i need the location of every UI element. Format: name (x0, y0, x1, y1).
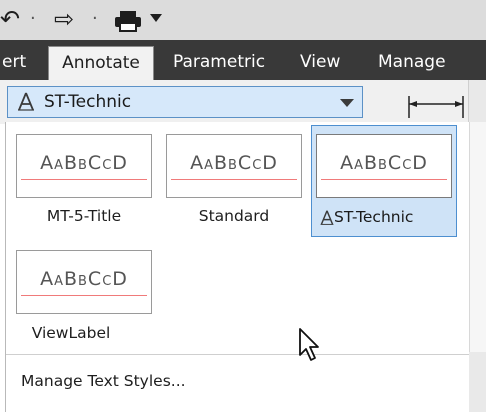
manage-text-styles-link[interactable]: Manage Text Styles... (21, 372, 186, 390)
style-label-standard: Standard (198, 207, 270, 225)
style-label-st-technic: ST-Technic (334, 208, 414, 226)
gallery-divider (6, 354, 469, 355)
ribbon-tab-bar: ert Annotate Parametric View Manage (0, 40, 486, 80)
text-style-gallery: AaBbCcD MT-5-Title AaBbCcD Standard AaBb… (5, 122, 486, 412)
style-tile-st-technic[interactable]: AaBbCcD (316, 134, 452, 198)
tab-parametric[interactable]: Parametric (173, 46, 265, 80)
redo-icon[interactable]: ⇨ (54, 6, 74, 32)
baseline-line (321, 179, 447, 180)
undo-dropdown-icon[interactable]: · (30, 6, 36, 32)
style-label-mt-5-title: MT-5-Title (46, 207, 122, 225)
quick-access-toolbar: ↶ · ⇨ · (0, 0, 486, 40)
tab-annotate[interactable]: Annotate (48, 46, 154, 80)
baseline-line (21, 295, 147, 296)
style-tile-standard[interactable]: AaBbCcD (166, 134, 302, 198)
style-preview-text: AaBbCcD (190, 152, 278, 174)
gallery-scrollbar[interactable] (469, 122, 486, 352)
style-tile-viewlabel[interactable]: AaBbCcD (16, 250, 152, 314)
tab-manage[interactable]: Manage (378, 46, 446, 80)
redo-dropdown-icon[interactable]: · (92, 6, 98, 32)
mouse-pointer-icon (299, 328, 319, 361)
text-style-icon (18, 92, 34, 111)
linear-dimension-icon[interactable] (405, 92, 467, 122)
undo-icon[interactable]: ↶ (0, 6, 20, 32)
print-icon[interactable] (112, 8, 144, 34)
text-style-combo-value: ST-Technic (44, 92, 132, 112)
tab-view[interactable]: View (300, 46, 340, 80)
chevron-down-icon[interactable] (340, 99, 354, 107)
style-preview-text: AaBbCcD (340, 152, 428, 174)
style-preview-text: AaBbCcD (40, 268, 128, 290)
baseline-line (171, 179, 297, 180)
text-style-combo[interactable]: ST-Technic (7, 86, 363, 118)
customize-dropdown-icon[interactable] (150, 14, 162, 24)
baseline-line (21, 179, 147, 180)
style-tile-mt-5-title[interactable]: AaBbCcD (16, 134, 152, 198)
text-style-icon (320, 210, 334, 225)
style-preview-text: AaBbCcD (40, 152, 128, 174)
tab-insert[interactable]: ert (2, 46, 26, 80)
style-label-viewlabel: ViewLabel (31, 324, 111, 342)
